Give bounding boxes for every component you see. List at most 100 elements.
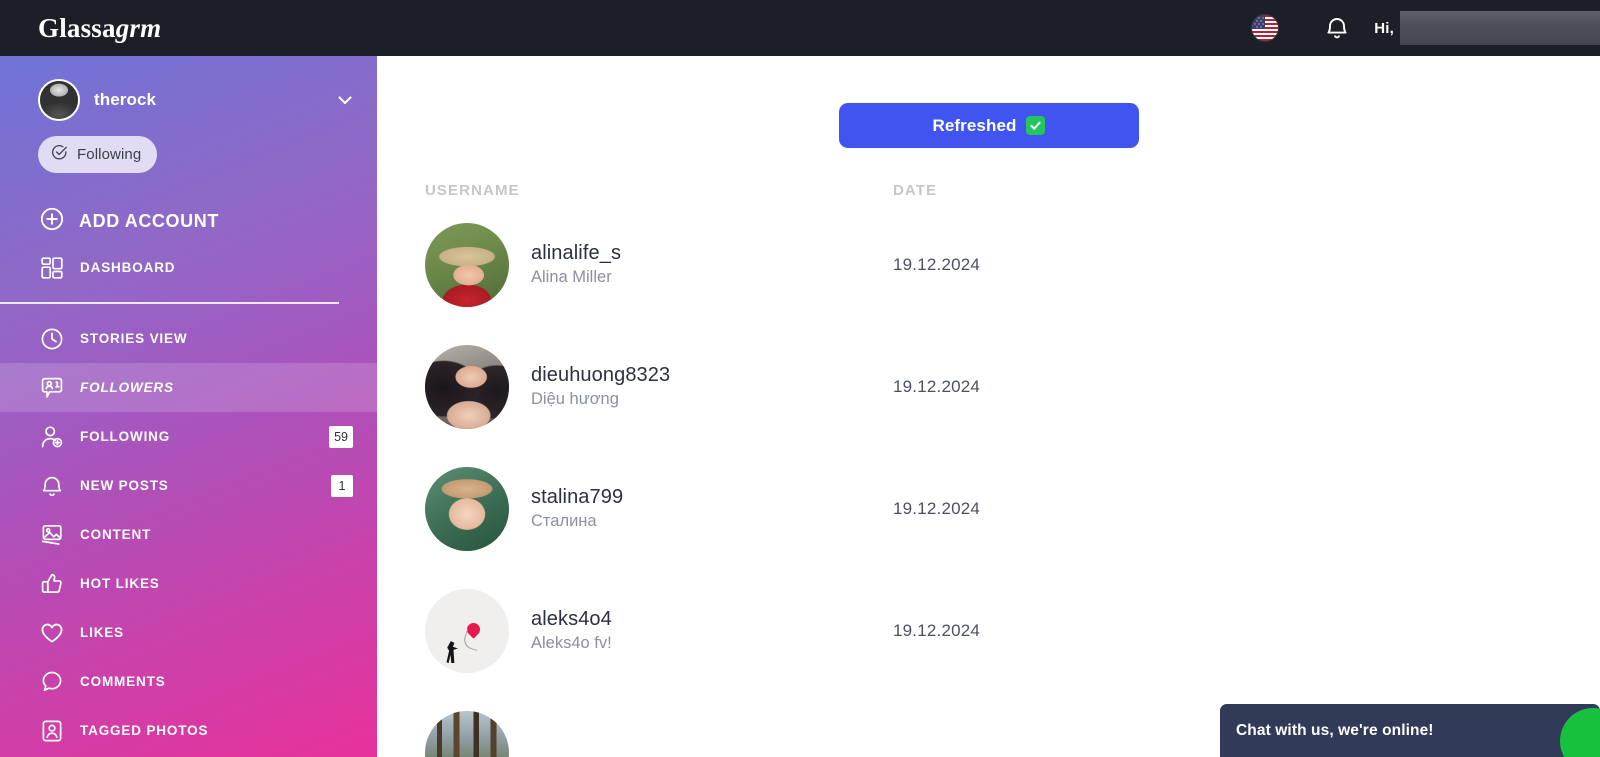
heart-icon [40, 621, 66, 645]
avatar-image [425, 589, 509, 673]
logo-text-primary: Glassa [38, 12, 116, 43]
table-row[interactable]: stalina799 Сталина 19.12.2024 [425, 448, 1600, 570]
logo-text-secondary: grm [115, 12, 162, 43]
avatar [425, 589, 509, 673]
row-username[interactable]: dieuhuong8323 [531, 363, 670, 388]
top-bar: Glassagrm Hi, [0, 0, 1600, 56]
sidebar-item-tagged-photos[interactable]: TAGGED PHOTOS [0, 706, 377, 755]
figure-shape [446, 641, 458, 664]
sidebar-item-stories-view[interactable]: STORIES VIEW [0, 314, 377, 363]
add-account-label: ADD ACCOUNT [79, 211, 219, 231]
avatar-image [40, 81, 78, 119]
avatar-image [425, 345, 509, 429]
clock-icon [40, 327, 66, 351]
refresh-button-label: Refreshed [932, 115, 1017, 135]
comment-bubble-icon [40, 670, 66, 694]
row-date: 19.12.2024 [893, 377, 981, 396]
avatar [425, 345, 509, 429]
user-plus-icon [40, 425, 66, 449]
column-header-username: USERNAME [425, 181, 520, 199]
sidebar-item-label: FOLLOWERS [80, 380, 174, 395]
sidebar-item-label: LIKES [80, 625, 125, 640]
avatar-image [425, 223, 509, 307]
user-text-group: dieuhuong8323 Diệu hương [531, 363, 670, 410]
add-account-button[interactable]: ADD ACCOUNT [40, 207, 377, 236]
user-cell[interactable]: stalina799 Сталина [425, 467, 893, 551]
row-date: 19.12.2024 [893, 621, 981, 640]
user-cell[interactable]: alinalife_s Alina Miller [425, 223, 893, 307]
column-header-date: DATE [893, 181, 938, 199]
row-fullname: Alina Miller [531, 268, 612, 287]
user-cell[interactable] [425, 711, 893, 757]
sidebar-item-label: CONTENT [80, 527, 152, 542]
row-username[interactable]: stalina799 [531, 485, 623, 510]
row-username[interactable]: aleks4o4 [531, 607, 612, 632]
avatar-image [425, 467, 509, 551]
sidebar-item-label: FOLLOWING [80, 429, 171, 444]
green-check-emoji [1025, 116, 1045, 135]
sidebar-item-label: DASHBOARD [80, 260, 176, 275]
sidebar-badge-count: 1 [331, 474, 353, 497]
table-row[interactable]: alinalife_s Alina Miller 19.12.2024 [425, 204, 1600, 326]
user-text-group: stalina799 Сталина [531, 485, 623, 532]
sidebar-item-hot-likes[interactable]: HOT LIKES [0, 559, 377, 608]
refresh-button-container: Refreshed [377, 56, 1600, 148]
flag-canton [1252, 15, 1266, 29]
row-date: 19.12.2024 [893, 255, 981, 274]
sidebar-item-new-posts[interactable]: NEW POSTS 1 [0, 461, 377, 510]
user-cell[interactable]: aleks4o4 Aleks4o fv! [425, 589, 893, 673]
table-row[interactable]: dieuhuong8323 Diệu hương 19.12.2024 [425, 326, 1600, 448]
status-badge: Following [38, 136, 158, 173]
online-green-dot [1560, 708, 1600, 757]
tagged-person-icon [40, 719, 66, 743]
avatar [425, 467, 509, 551]
user-text-group: alinalife_s Alina Miller [531, 241, 621, 288]
sidebar-item-label: COMMENTS [80, 674, 166, 689]
notification-bell-icon[interactable] [1326, 16, 1348, 40]
avatar-image [425, 711, 509, 757]
check-circle-icon [51, 144, 68, 165]
sidebar-item-likes[interactable]: LIKES [0, 608, 377, 657]
refresh-button[interactable]: Refreshed [838, 103, 1139, 148]
avatar [425, 223, 509, 307]
user-cell[interactable]: dieuhuong8323 Diệu hương [425, 345, 893, 429]
sidebar-item-dashboard[interactable]: DASHBOARD [0, 243, 377, 292]
account-switcher[interactable]: therock [0, 70, 377, 130]
chat-widget-message: Chat with us, we're online! [1236, 721, 1434, 739]
top-bar-right-group: Hi, [1252, 0, 1600, 56]
greeting-label: Hi, [1374, 19, 1394, 37]
table-row[interactable]: aleks4o4 Aleks4o fv! 19.12.2024 [425, 570, 1600, 692]
avatar [425, 711, 509, 757]
sidebar-item-followers[interactable]: FOLLOWERS [0, 363, 377, 412]
row-fullname: Сталина [531, 512, 597, 531]
sidebar-badge-count: 59 [329, 425, 353, 448]
sidebar-item-content[interactable]: CONTENT [0, 510, 377, 559]
images-icon [40, 523, 66, 547]
user-text-group: aleks4o4 Aleks4o fv! [531, 607, 612, 654]
bell-outline-icon [40, 474, 66, 498]
dashboard-grid-icon [40, 256, 66, 280]
plus-circle-icon [40, 207, 64, 236]
app-logo[interactable]: Glassagrm [38, 13, 161, 44]
row-date: 19.12.2024 [893, 499, 981, 518]
sidebar-item-label: STORIES VIEW [80, 331, 188, 346]
row-username[interactable]: alinalife_s [531, 241, 621, 266]
username-redacted-box [1400, 11, 1600, 45]
chat-widget[interactable]: Chat with us, we're online! [1220, 704, 1600, 757]
table-header-row: USERNAME DATE [425, 176, 1600, 204]
row-fullname: Aleks4o fv! [531, 634, 612, 653]
sidebar-item-comments[interactable]: COMMENTS [0, 657, 377, 706]
sidebar-item-label: NEW POSTS [80, 478, 169, 493]
sidebar-item-label: TAGGED PHOTOS [80, 723, 209, 738]
chevron-down-icon[interactable] [335, 90, 355, 110]
status-badge-label: Following [77, 146, 142, 163]
sidebar-divider [0, 302, 339, 304]
sidebar-item-following[interactable]: FOLLOWING 59 [0, 412, 377, 461]
thumbs-up-icon [40, 572, 66, 596]
balloon-string [462, 628, 483, 652]
profile-username: therock [94, 90, 157, 109]
main-content: Refreshed USERNAME DATE alinalife_s Alin… [377, 56, 1600, 757]
row-fullname: Diệu hương [531, 390, 619, 409]
us-flag-icon[interactable] [1252, 15, 1279, 41]
